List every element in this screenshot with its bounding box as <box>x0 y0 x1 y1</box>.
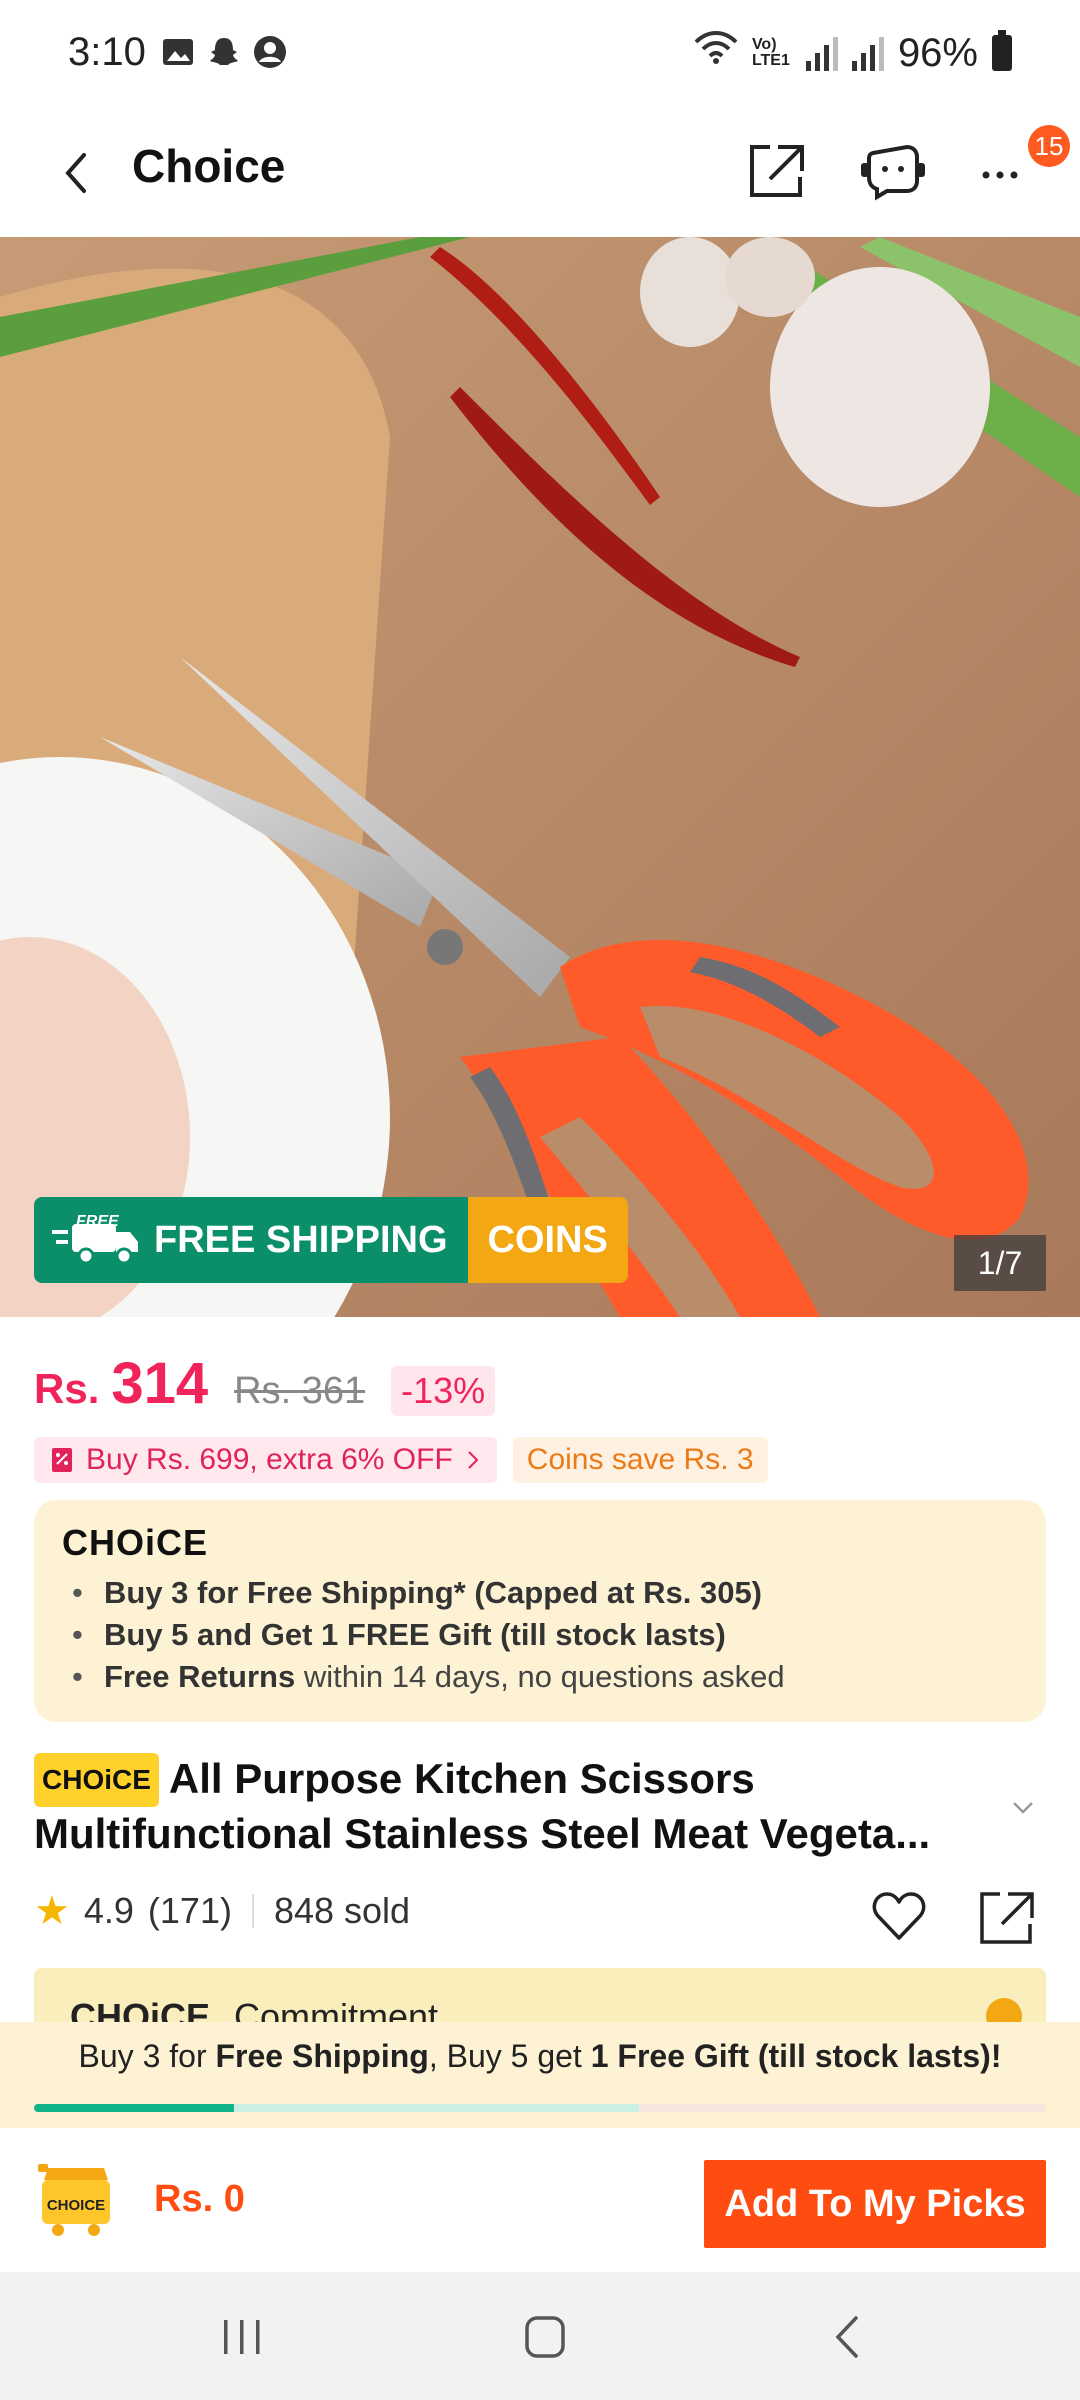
home-icon <box>525 2316 565 2358</box>
choice-benefit-item: Buy 3 for Free Shipping* (Capped at Rs. … <box>62 1572 1018 1614</box>
gallery-icon <box>160 34 196 70</box>
free-shipping-label: FREE FREE SHIPPING <box>34 1197 468 1283</box>
rating-value: 4.9 <box>83 1890 134 1931</box>
product-image-carousel[interactable]: FREE FREE SHIPPING COINS 1/7 <box>0 237 1080 1317</box>
promo-row: Buy Rs. 699, extra 6% OFF Coins save Rs.… <box>34 1437 768 1483</box>
current-price: 314 <box>111 1351 209 1416</box>
signal-icon-1 <box>805 35 838 71</box>
recent-apps-button[interactable] <box>212 2310 272 2364</box>
choice-benefit-item: Free Returns within 14 days, no question… <box>62 1656 1018 1698</box>
progress-next-segment <box>234 2104 640 2112</box>
original-price: Rs. 361 <box>234 1370 366 1412</box>
share-icon <box>980 1892 1034 1944</box>
choice-logo: CHOiCE <box>62 1522 209 1563</box>
share-button[interactable] <box>740 133 816 209</box>
expand-title-button[interactable] <box>1006 1790 1040 1824</box>
chatbot-icon <box>861 144 925 201</box>
notification-badge: 15 <box>1028 125 1070 167</box>
back-button[interactable] <box>50 143 110 203</box>
status-system-icons: Vo) LTE1 96% <box>694 30 1012 76</box>
choice-benefits-list: Buy 3 for Free Shipping* (Capped at Rs. … <box>62 1572 1018 1698</box>
customer-service-button[interactable] <box>855 133 931 209</box>
coins-save-tag: Coins save Rs. 3 <box>512 1437 768 1483</box>
chevron-down-icon <box>1013 1802 1033 1814</box>
discount-badge: -13% <box>391 1366 496 1416</box>
star-icon: ★ <box>34 1889 70 1933</box>
sold-count: 848 sold <box>273 1890 411 1931</box>
battery-icon <box>992 30 1012 71</box>
price-row: Rs. 314 Rs. 361 -13% <box>34 1350 496 1417</box>
back-arrow-icon <box>835 2316 858 2358</box>
choice-commitment-card[interactable]: CHOiCE Commitment <box>34 1968 1046 2028</box>
price-currency: Rs. <box>34 1365 100 1412</box>
share-product-button[interactable] <box>976 1886 1038 1948</box>
bundle-progress-banner: Buy 3 for Free Shipping, Buy 5 get 1 Fre… <box>0 2022 1080 2128</box>
coupon-icon <box>52 1448 72 1472</box>
bulk-discount-tag[interactable]: Buy Rs. 699, extra 6% OFF <box>34 1437 497 1483</box>
status-notification-icons <box>160 34 288 70</box>
choice-benefits-box[interactable]: CHOiCE Buy 3 for Free Shipping* (Capped … <box>34 1500 1046 1722</box>
bundle-progress-bar <box>34 2104 1046 2112</box>
product-title-text: All Purpose Kitchen Scissors Multifuncti… <box>34 1755 931 1857</box>
status-time: 3:10 <box>68 30 146 74</box>
add-to-picks-button[interactable]: Add To My Picks <box>704 2160 1046 2248</box>
page-title: Choice <box>132 140 286 192</box>
snapchat-icon <box>206 34 242 70</box>
recent-apps-icon <box>224 2320 260 2354</box>
kitchen-scissors-image <box>0 237 1080 1317</box>
choice-cart-icon: CHOICE <box>38 2164 110 2236</box>
review-count: (171) <box>147 1890 232 1931</box>
delivery-truck-icon: FREE <box>52 1213 138 1265</box>
network-label: Vo) LTE1 <box>751 36 790 69</box>
image-counter: 1/7 <box>954 1235 1046 1291</box>
rating-row[interactable]: ★ 4.9 (171) 848 sold <box>34 1888 410 1934</box>
home-button[interactable] <box>515 2310 575 2364</box>
wifi-icon <box>694 30 738 76</box>
status-bar: 3:10 Vo) LTE1 96% <box>0 0 1080 105</box>
bottom-action-bar: CHOICE Rs. 0 Add To My Picks <box>0 2128 1080 2272</box>
wishlist-button[interactable] <box>868 1886 930 1948</box>
app-header: Choice 15 <box>0 105 1080 237</box>
chevron-right-icon <box>468 1451 479 1469</box>
cart-total: Rs. 0 <box>154 2178 245 2220</box>
choice-benefit-item: Buy 5 and Get 1 FREE Gift (till stock la… <box>62 1614 1018 1656</box>
cart-label: CHOICE <box>47 2197 105 2214</box>
coins-label: COINS <box>467 1197 628 1283</box>
divider <box>251 1894 254 1928</box>
bundle-text: Buy 3 for Free Shipping, Buy 5 get 1 Fre… <box>78 2038 1002 2074</box>
bulk-discount-text: Buy Rs. 699, extra 6% OFF <box>86 1443 453 1476</box>
choice-cart-button[interactable]: CHOICE <box>34 2158 118 2238</box>
heart-icon <box>872 1892 926 1940</box>
chevron-left-icon <box>65 153 86 193</box>
battery-percent: 96% <box>897 30 978 75</box>
signal-icon-2 <box>851 35 884 71</box>
free-badge-text: FREE <box>76 1213 120 1230</box>
nav-back-button[interactable] <box>818 2310 878 2364</box>
system-nav-bar <box>0 2272 1080 2400</box>
free-shipping-coins-banner: FREE FREE SHIPPING COINS <box>34 1197 628 1283</box>
choice-chip: CHOiCE <box>34 1753 159 1807</box>
share-icon <box>750 145 804 197</box>
free-shipping-text: FREE SHIPPING <box>154 1218 448 1261</box>
progress-fill <box>34 2104 235 2112</box>
product-title[interactable]: CHOiCE All Purpose Kitchen Scissors Multi… <box>34 1752 994 1861</box>
account-icon <box>252 34 288 70</box>
